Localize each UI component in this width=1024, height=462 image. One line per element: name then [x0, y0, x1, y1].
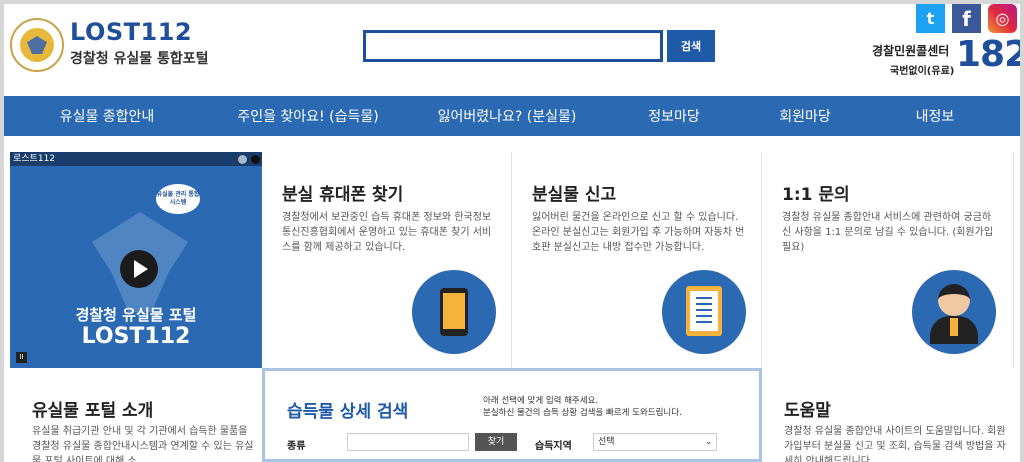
search-button[interactable]: 검색 [667, 30, 715, 62]
card-desc: 경찰청 유실물 종합안내 사이트의 도움말입니다. 회원가입부터 분실물 신고 … [784, 426, 1006, 462]
person-head [938, 284, 970, 316]
detail-search-panel: 습득물 상세 검색 아래 선택에 맞게 입력 해주세요. 분실하신 물건의 습득… [262, 368, 762, 462]
nav-item-lost-guide[interactable]: 유실물 종합안내 [4, 106, 210, 126]
slide-dot[interactable] [238, 155, 247, 164]
call-center-sub: 국번없이(유료) [890, 66, 955, 77]
police-logo[interactable] [10, 18, 64, 72]
call-center-label: 경찰민원콜센터 [872, 44, 950, 58]
card-desc: 유실물 취급기관 안내 및 각 기관에서 습득한 물품을 경찰청 유실물 종합안… [32, 426, 254, 462]
guide-line: 아래 선택에 맞게 입력 해주세요. [483, 396, 599, 406]
card-title: 1:1 문의 [782, 185, 850, 205]
video-top-label: 로스트112 [10, 152, 262, 166]
twitter-icon[interactable]: t [916, 4, 945, 33]
detail-search-title: 습득물 상세 검색 [287, 402, 409, 422]
card-desc: 잃어버린 물건을 온라인으로 신고 할 수 있습니다. 온라인 분실신고는 회원… [532, 212, 745, 253]
card-desc: 경찰청 유실물 종합안내 서비스에 관련하여 궁금하신 사항을 1:1 문의로 … [782, 212, 994, 253]
area-label: 습득지역 [535, 441, 572, 452]
kind-input[interactable] [347, 433, 469, 451]
facebook-icon[interactable]: f [952, 4, 981, 33]
card-lost-phone[interactable]: 분실 휴대폰 찾기 경찰청에서 보관중인 습득 휴대폰 정보와 한국정보통신진흥… [262, 152, 512, 368]
card-inquiry[interactable]: 1:1 문의 경찰청 유실물 종합안내 서비스에 관련하여 궁금하신 사항을 1… [762, 152, 1014, 368]
brand-subtitle: 경찰청 유실물 통합포털 [70, 51, 209, 67]
card-title: 도움말 [784, 401, 831, 421]
card-desc: 경찰청에서 보관중인 습득 휴대폰 정보와 한국정보통신진흥협회에서 운영하고 … [282, 212, 492, 253]
pause-button[interactable]: II [16, 352, 27, 363]
nav-item-found[interactable]: 주인을 찾아요! (습득물) [210, 106, 406, 126]
main-nav: 유실물 종합안내 주인을 찾아요! (습득물) 잃어버렸나요? (분실물) 정보… [4, 96, 1020, 136]
tie-shape [950, 318, 958, 336]
promo-video[interactable]: 로스트112 유실물 관리 통합 시스템 경찰청 유실물 포털 LOST112 … [10, 152, 262, 368]
phone-icon [412, 270, 496, 354]
instagram-icon[interactable]: ◎ [988, 4, 1017, 33]
search-input[interactable] [363, 30, 663, 62]
brand-title[interactable]: LOST112 [70, 18, 192, 46]
chevron-down-icon: ⌄ [705, 437, 712, 446]
card-title: 분실물 신고 [532, 185, 617, 205]
card-help[interactable]: 도움말 경찰청 유실물 종합안내 사이트의 도움말입니다. 회원가입부터 분실물… [762, 368, 1014, 462]
video-title-line1: 경찰청 유실물 포털 [75, 306, 197, 324]
nav-item-member[interactable]: 회원마당 [740, 106, 870, 126]
call-center-number: 182 [956, 34, 1020, 75]
play-button[interactable] [120, 250, 158, 288]
card-portal-intro[interactable]: 유실물 포털 소개 유실물 취급기관 안내 및 각 기관에서 습득한 물품을 경… [10, 368, 262, 462]
kind-label: 종류 [287, 441, 306, 452]
nav-item-my-info[interactable]: 내정보 [870, 106, 1000, 126]
phone-shape [440, 288, 468, 336]
area-select[interactable]: 선택 ⌄ [593, 433, 717, 451]
video-bubble: 유실물 관리 통합 시스템 [156, 184, 200, 214]
detail-search-guide: 아래 선택에 맞게 입력 해주세요. 분실하신 물건의 습득 상황 검색을 빠르… [483, 395, 753, 419]
card-title: 유실물 포털 소개 [32, 401, 154, 421]
operator-icon [912, 270, 996, 354]
video-title-line2: LOST112 [81, 324, 191, 349]
nav-item-info[interactable]: 정보마당 [608, 106, 740, 126]
page: LOST112 경찰청 유실물 통합포털 검색 t f ◎ 경찰민원콜센터 국번… [4, 4, 1020, 462]
document-icon [662, 270, 746, 354]
guide-line: 분실하신 물건의 습득 상황 검색을 빠르게 도와드립니다. [483, 408, 682, 418]
card-title: 분실 휴대폰 찾기 [282, 185, 404, 205]
slide-dot-active[interactable] [251, 155, 260, 164]
area-select-value: 선택 [598, 437, 615, 447]
play-icon [134, 260, 148, 278]
find-button[interactable]: 찾기 [475, 433, 517, 451]
nav-item-lost[interactable]: 잃어버렸나요? (분실물) [406, 106, 608, 126]
card-lost-report[interactable]: 분실물 신고 잃어버린 물건을 온라인으로 신고 할 수 있습니다. 온라인 분… [512, 152, 762, 368]
document-shape [686, 286, 722, 336]
